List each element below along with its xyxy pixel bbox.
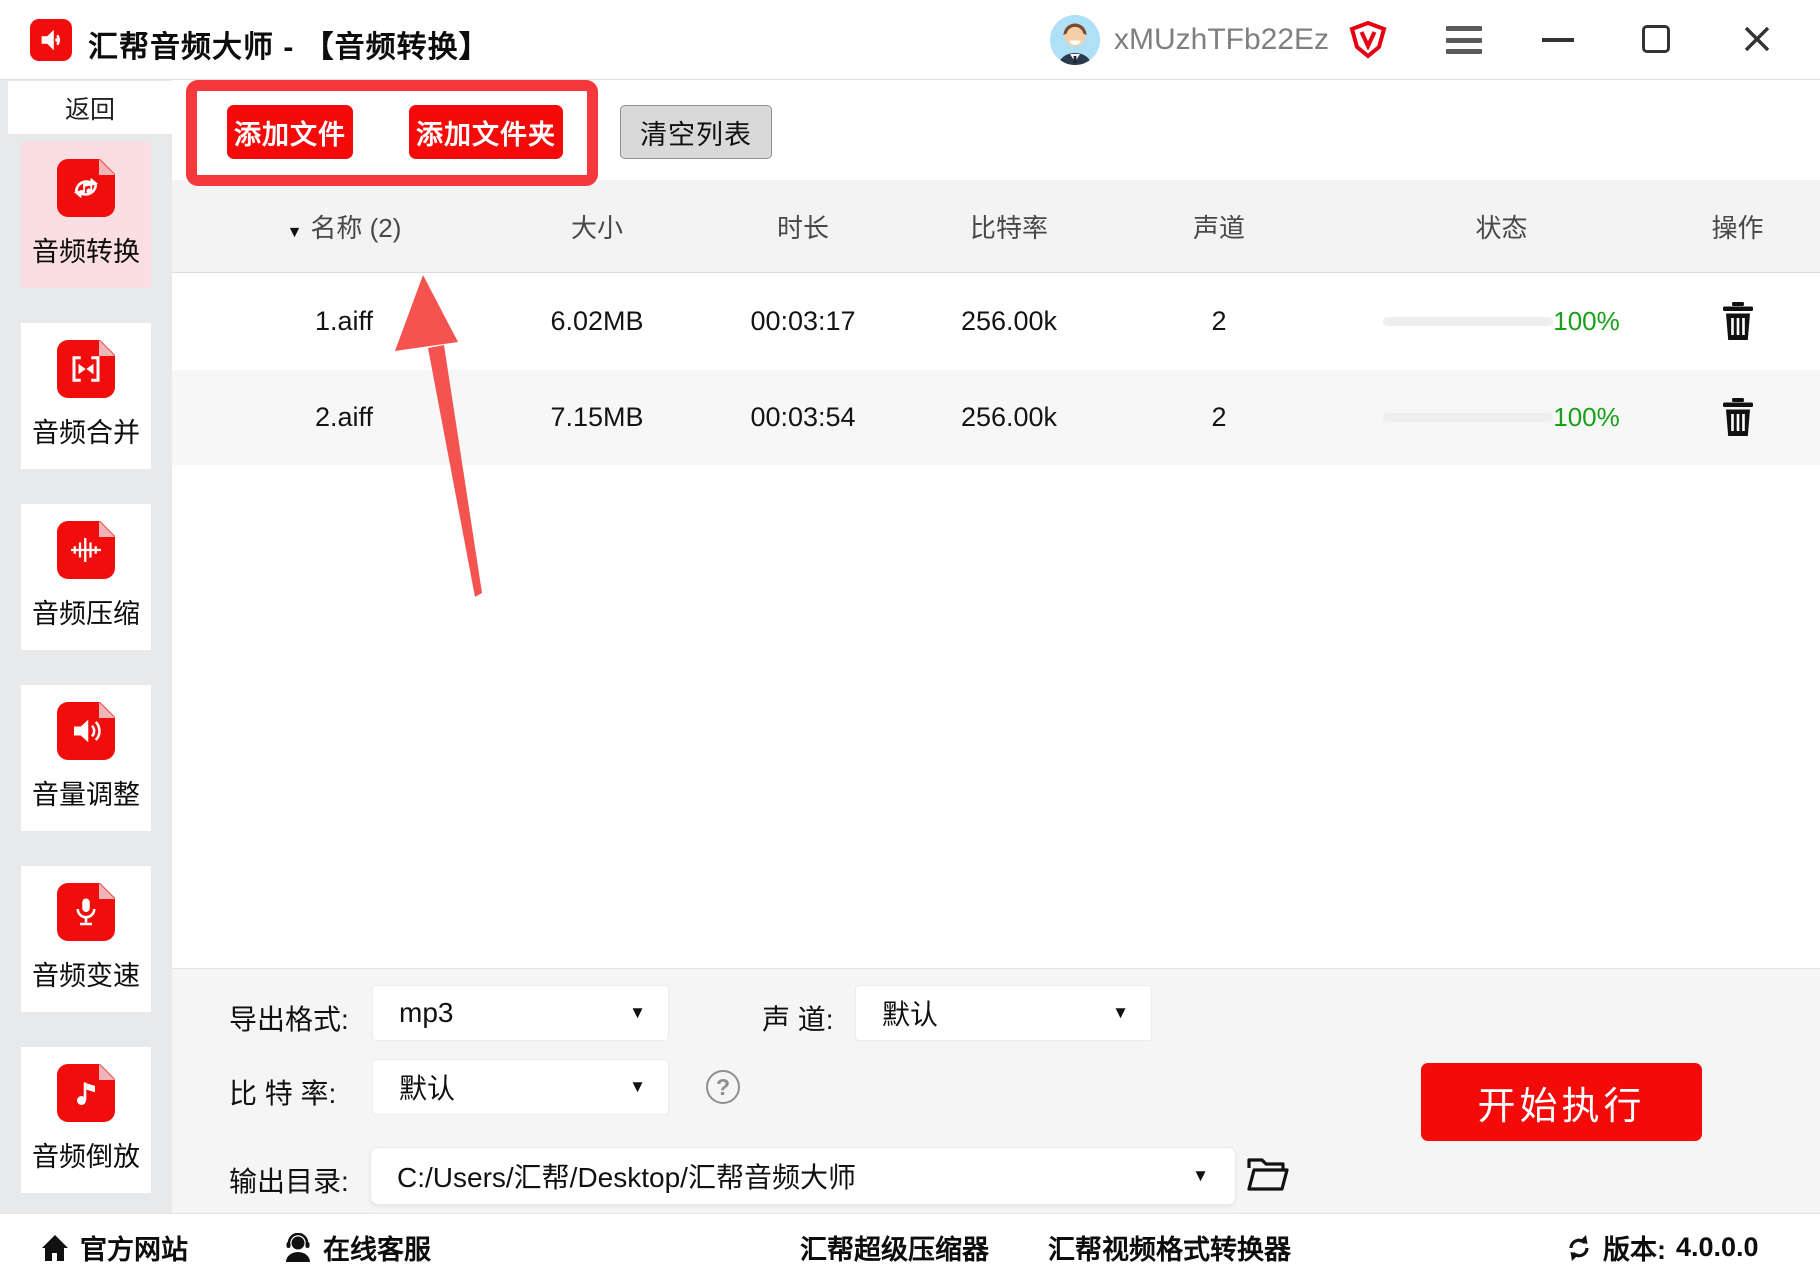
output-dir-label: 输出目录:	[229, 1166, 349, 1197]
sidebar: 返回 音频转换 音频合并 音频压缩 音量调整 音频变速 音频倒放	[0, 80, 172, 1213]
delete-row-button[interactable]	[1718, 301, 1758, 342]
column-header-duration: 时长	[776, 212, 829, 243]
official-site-link[interactable]: 官方网站	[40, 1214, 188, 1281]
sidebar-item-label: 音频压缩	[32, 599, 140, 629]
table-row: 1.aiff 6.02MB 00:03:17 256.00k 2 100%	[172, 273, 1820, 370]
chevron-down-icon: ▼	[629, 1077, 646, 1096]
audio-speed-icon	[57, 882, 116, 941]
bitrate-select[interactable]: 默认 ▼	[372, 1059, 669, 1115]
online-support-link[interactable]: 在线客服	[283, 1214, 431, 1281]
maximize-button[interactable]	[1642, 25, 1670, 53]
export-format-select[interactable]: mp3 ▼	[372, 985, 669, 1041]
audio-merge-icon	[57, 339, 116, 398]
sidebar-item-label: 音量调整	[32, 780, 140, 810]
column-header-name[interactable]: ▼ 名称 (2)	[172, 208, 516, 245]
sidebar-item-audio-reverse[interactable]: 音频倒放	[21, 1047, 151, 1193]
output-dir-select[interactable]: C:/Users/汇帮/Desktop/汇帮音频大师 ▼	[370, 1147, 1236, 1205]
refresh-icon	[1569, 1234, 1589, 1261]
column-header-status: 状态	[1475, 212, 1528, 243]
username-text: xMUzhTFb22Ez	[1114, 23, 1330, 56]
progress-percent: 100%	[1553, 306, 1620, 336]
add-file-button[interactable]: 添加文件	[227, 105, 353, 159]
version-value: 4.0.0.0	[1676, 1232, 1759, 1262]
sidebar-item-label: 音频变速	[32, 961, 140, 991]
sidebar-item-label: 音频倒放	[32, 1142, 140, 1172]
user-avatar[interactable]	[1050, 15, 1100, 65]
back-button[interactable]: 返回	[8, 81, 172, 134]
clear-list-button[interactable]: 清空列表	[620, 105, 772, 159]
chevron-down-icon: ▼	[629, 1003, 646, 1022]
progress-status: 100%	[1348, 402, 1655, 433]
volume-adjust-icon	[57, 701, 116, 760]
bitrate-help-button[interactable]: ?	[706, 1070, 740, 1104]
sidebar-item-volume-adjust[interactable]: 音量调整	[21, 685, 151, 831]
sort-caret-icon: ▼	[286, 223, 303, 241]
close-button[interactable]	[1742, 24, 1772, 54]
channel-label: 声 道:	[762, 1004, 834, 1035]
sidebar-item-label: 音频转换	[32, 237, 140, 267]
browse-folder-button[interactable]	[1244, 1153, 1290, 1197]
settings-panel: 导出格式: mp3 ▼ 声 道: 默认 ▼ 比 特 率: 默认 ▼ ? 输出目录…	[172, 968, 1820, 1213]
file-size: 6.02MB	[550, 306, 644, 336]
file-size: 7.15MB	[550, 402, 644, 432]
statusbar: 官方网站 在线客服 汇帮超级压缩器 汇帮视频格式转换器 版本: 4.0.0.0	[0, 1213, 1820, 1280]
table-row: 2.aiff 7.15MB 00:03:54 256.00k 2 100%	[172, 370, 1820, 465]
column-header-bitrate: 比特率	[969, 212, 1048, 243]
file-channels: 2	[1211, 306, 1227, 336]
chevron-down-icon: ▼	[1112, 1003, 1129, 1022]
channel-select[interactable]: 默认 ▼	[855, 985, 1152, 1041]
video-converter-link[interactable]: 汇帮视频格式转换器	[1048, 1214, 1291, 1281]
sidebar-item-label: 音频合并	[32, 418, 140, 448]
column-header-size: 大小	[570, 212, 623, 243]
headset-person-icon	[286, 1232, 310, 1262]
version-label: 版本:	[1603, 1235, 1666, 1265]
export-format-label: 导出格式:	[229, 1004, 349, 1035]
titlebar: 汇帮音频大师 - 【音频转换】 xMUzhTFb22Ez	[0, 0, 1820, 80]
window-title: 汇帮音频大师 - 【音频转换】	[88, 31, 490, 64]
progress-percent: 100%	[1553, 402, 1620, 432]
channel-value: 默认	[882, 999, 939, 1030]
progress-bar	[1383, 413, 1554, 422]
home-icon	[42, 1234, 68, 1261]
folder-icon	[1247, 1157, 1289, 1191]
file-duration: 00:03:17	[750, 306, 856, 336]
file-channels: 2	[1211, 402, 1227, 432]
file-name: 2.aiff	[314, 402, 374, 432]
chevron-down-icon: ▼	[1192, 1166, 1209, 1185]
start-execute-button[interactable]: 开始执行	[1421, 1063, 1702, 1141]
file-bitrate: 256.00k	[960, 306, 1058, 336]
column-header-channels: 声道	[1192, 212, 1245, 243]
file-duration: 00:03:54	[750, 402, 856, 432]
app-logo-speaker-icon	[30, 19, 72, 61]
output-dir-value: C:/Users/汇帮/Desktop/汇帮音频大师	[397, 1162, 856, 1193]
sidebar-item-audio-speed[interactable]: 音频变速	[21, 866, 151, 1012]
delete-row-button[interactable]	[1718, 397, 1758, 438]
version-info: 版本: 4.0.0.0	[1565, 1214, 1759, 1281]
progress-bar	[1383, 317, 1554, 326]
add-folder-button[interactable]: 添加文件夹	[409, 105, 563, 159]
trash-icon	[1722, 397, 1753, 436]
hamburger-menu-button[interactable]	[1446, 26, 1482, 54]
table-header: ▼ 名称 (2) 大小 时长 比特率 声道 状态 操作	[172, 180, 1820, 273]
bitrate-label: 比 特 率:	[229, 1078, 337, 1109]
sidebar-item-audio-compress[interactable]: 音频压缩	[21, 504, 151, 650]
progress-status: 100%	[1348, 306, 1655, 337]
sidebar-item-audio-convert[interactable]: 音频转换	[21, 142, 151, 288]
vip-badge-icon[interactable]	[1348, 20, 1388, 59]
bitrate-value: 默认	[399, 1073, 456, 1104]
audio-reverse-icon	[57, 1063, 116, 1122]
audio-compress-icon	[57, 520, 116, 579]
super-compressor-link[interactable]: 汇帮超级压缩器	[800, 1214, 989, 1281]
sidebar-item-audio-merge[interactable]: 音频合并	[21, 323, 151, 469]
file-bitrate: 256.00k	[960, 402, 1058, 432]
export-format-value: mp3	[399, 997, 454, 1028]
column-header-action: 操作	[1711, 212, 1764, 243]
main-panel: 添加文件 添加文件夹 清空列表 ▼ 名称 (2) 大小 时长 比特率 声道 状态 …	[172, 80, 1820, 1213]
trash-icon	[1722, 301, 1753, 340]
audio-convert-icon	[57, 158, 116, 217]
file-name: 1.aiff	[314, 306, 374, 336]
minimize-button[interactable]	[1542, 38, 1574, 42]
